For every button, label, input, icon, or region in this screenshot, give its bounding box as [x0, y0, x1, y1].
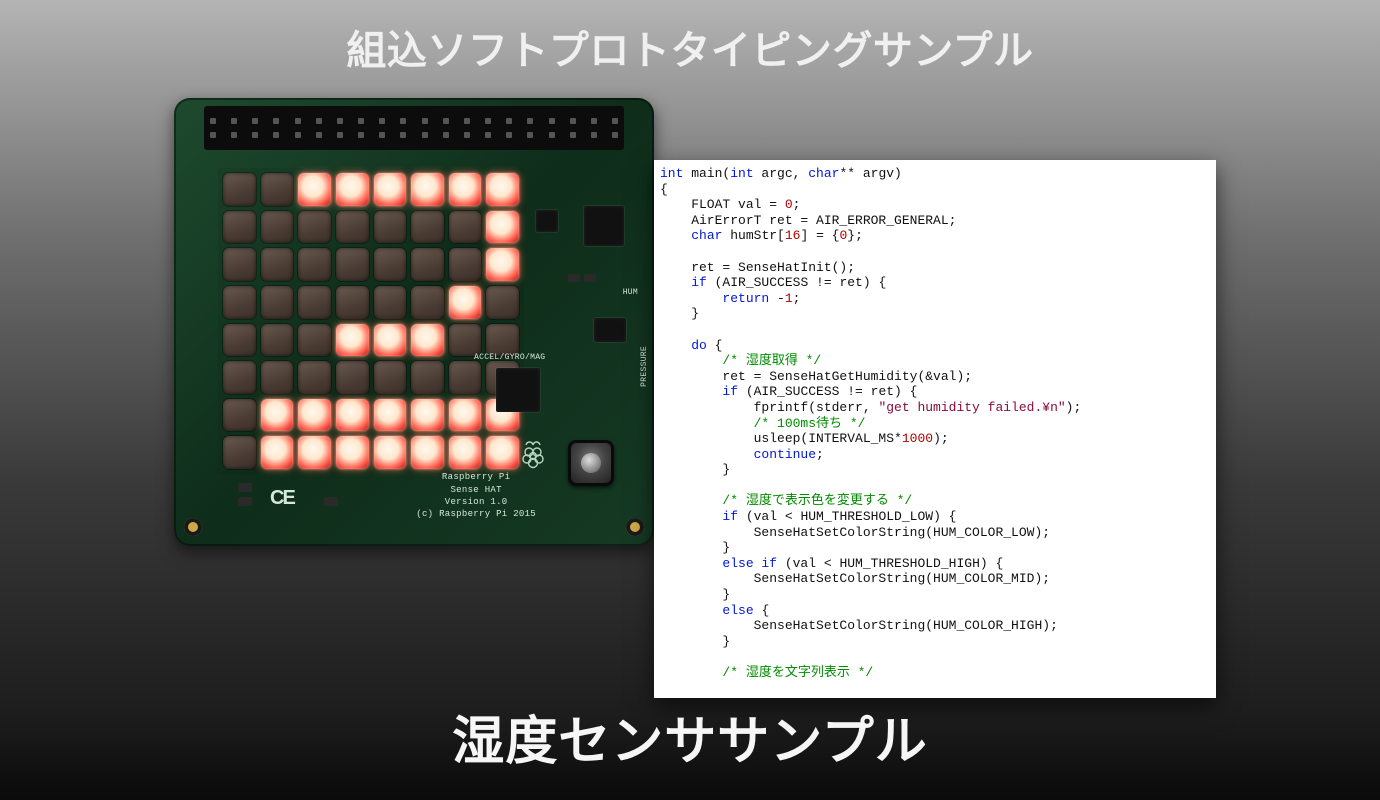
- led-pixel: [298, 436, 331, 469]
- ic-chip: [584, 206, 624, 246]
- sense-hat-board: Raspberry Pi Sense HAT Version 1.0 (c) R…: [174, 98, 654, 546]
- led-pixel: [336, 399, 369, 432]
- silk-brand: Raspberry Pi Sense HAT Version 1.0 (c) R…: [416, 471, 536, 520]
- led-pixel: [336, 248, 369, 281]
- led-pixel: [449, 211, 482, 244]
- led-pixel: [486, 211, 519, 244]
- led-pixel: [374, 361, 407, 394]
- led-pixel: [336, 286, 369, 319]
- silk-accel: ACCEL/GYRO/MAG: [474, 353, 545, 362]
- silk-pressure: PRESSURE: [640, 346, 649, 387]
- led-pixel: [223, 399, 256, 432]
- led-pixel: [223, 211, 256, 244]
- led-pixel: [374, 286, 407, 319]
- led-pixel: [298, 211, 331, 244]
- led-pixel: [411, 211, 444, 244]
- led-pixel: [261, 248, 294, 281]
- joystick: [568, 440, 614, 486]
- led-pixel: [449, 436, 482, 469]
- led-pixel: [486, 436, 519, 469]
- led-pixel: [374, 248, 407, 281]
- slide-title-bottom: 湿度センササンプル: [18, 699, 1362, 774]
- silk-hum: HUM: [623, 288, 638, 297]
- led-pixel: [298, 248, 331, 281]
- led-pixel: [336, 211, 369, 244]
- smd-component: [238, 497, 252, 506]
- led-pixel: [261, 286, 294, 319]
- led-pixel: [411, 399, 444, 432]
- led-pixel: [411, 286, 444, 319]
- led-pixel: [411, 248, 444, 281]
- led-pixel: [223, 436, 256, 469]
- led-pixel: [336, 436, 369, 469]
- led-pixel: [486, 324, 519, 357]
- led-pixel: [298, 324, 331, 357]
- ic-chip: [536, 210, 558, 232]
- led-pixel: [486, 248, 519, 281]
- led-pixel: [223, 361, 256, 394]
- code-snippet-panel: int main(int argc, char** argv) { FLOAT …: [654, 160, 1216, 698]
- led-pixel: [298, 399, 331, 432]
- led-pixel: [298, 286, 331, 319]
- led-pixel: [298, 361, 331, 394]
- led-pixel: [411, 436, 444, 469]
- led-pixel: [449, 361, 482, 394]
- gpio-header: [204, 106, 624, 150]
- led-pixel: [374, 436, 407, 469]
- smd-component: [324, 497, 338, 506]
- led-pixel: [449, 324, 482, 357]
- led-pixel: [223, 286, 256, 319]
- led-pixel: [486, 286, 519, 319]
- led-pixel: [411, 361, 444, 394]
- led-pixel: [374, 173, 407, 206]
- led-pixel: [374, 211, 407, 244]
- led-pixel: [261, 361, 294, 394]
- led-pixel: [261, 173, 294, 206]
- led-pixel: [298, 173, 331, 206]
- led-pixel: [261, 436, 294, 469]
- led-pixel: [223, 173, 256, 206]
- led-pixel: [449, 286, 482, 319]
- slide-title-top: 組込ソフトプロトタイピングサンプル: [18, 18, 1362, 76]
- led-pixel: [411, 324, 444, 357]
- led-pixel: [374, 399, 407, 432]
- smd-component: [568, 274, 580, 282]
- led-pixel: [261, 211, 294, 244]
- slide-frame: 組込ソフトプロトタイピングサンプル Raspberry Pi Sense HAT…: [18, 0, 1362, 792]
- led-pixel: [374, 324, 407, 357]
- smd-component: [584, 274, 596, 282]
- ce-mark: CE: [270, 487, 294, 510]
- led-pixel: [223, 248, 256, 281]
- led-pixel: [449, 173, 482, 206]
- ic-chip: [594, 318, 626, 342]
- led-pixel: [336, 324, 369, 357]
- raspberry-logo-icon: [520, 438, 546, 470]
- led-pixel: [411, 173, 444, 206]
- led-pixel: [261, 399, 294, 432]
- led-pixel: [223, 324, 256, 357]
- code-content: int main(int argc, char** argv) { FLOAT …: [654, 160, 1216, 687]
- ic-chip: [496, 368, 540, 412]
- led-pixel: [336, 361, 369, 394]
- led-pixel: [336, 173, 369, 206]
- led-matrix: [218, 168, 524, 474]
- led-pixel: [261, 324, 294, 357]
- led-pixel: [449, 248, 482, 281]
- led-pixel: [486, 173, 519, 206]
- smd-component: [238, 483, 252, 492]
- led-pixel: [449, 399, 482, 432]
